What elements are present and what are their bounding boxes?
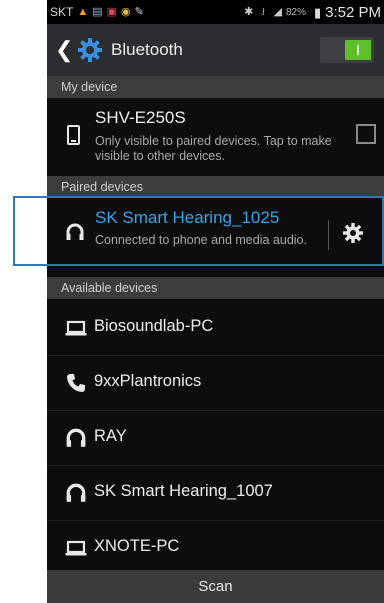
available-device-name: 9xxPlantronics <box>94 372 202 390</box>
signal-status-icon: ◢ <box>273 5 282 18</box>
bluetooth-settings-gear-icon <box>77 37 103 63</box>
paired-device-highlight-box <box>13 196 384 266</box>
toggle-knob <box>345 40 371 60</box>
clock: 3:52 PM <box>325 3 381 21</box>
section-available-devices: Available devices <box>47 277 384 299</box>
my-device-description: Only visible to paired devices. Tap to m… <box>95 134 332 163</box>
smartphone-icon <box>67 125 80 145</box>
wifi-status-icon: ≀ <box>261 5 266 18</box>
headphones-icon <box>66 483 86 502</box>
phone-screen: SKT ▲ ▤ ▣ ◉ ✎ ✱ ≀ ◢ 82% ▮ 3:52 PM ❮ Blue… <box>47 0 384 603</box>
carrier-label: SKT <box>50 5 74 19</box>
status-bar: SKT ▲ ▤ ▣ ◉ ✎ ✱ ≀ ◢ 82% ▮ 3:52 PM <box>47 0 384 24</box>
battery-percent: 82% <box>285 6 306 18</box>
page-title: Bluetooth <box>111 40 183 59</box>
back-arrow-icon[interactable]: ❮ <box>55 37 73 63</box>
available-device-row[interactable]: RAY <box>47 411 384 465</box>
available-device-name: XNOTE-PC <box>94 537 180 555</box>
scan-button[interactable]: Scan <box>47 570 384 603</box>
alarm-notification-icon: ◉ <box>121 5 131 18</box>
available-device-row[interactable]: XNOTE-PC <box>47 521 384 575</box>
section-paired-devices: Paired devices <box>47 176 384 198</box>
calendar-notification-icon: ▣ <box>106 5 118 18</box>
message-notification-icon: ▤ <box>92 5 103 18</box>
visibility-checkbox[interactable] <box>356 124 376 144</box>
battery-icon: ▮ <box>313 4 322 20</box>
available-device-name: RAY <box>94 427 127 445</box>
available-device-name: SK Smart Hearing_1007 <box>94 482 273 500</box>
available-device-row[interactable]: SK Smart Hearing_1007 <box>47 466 384 520</box>
pen-notification-icon: ✎ <box>134 5 144 18</box>
headphones-icon <box>66 428 86 447</box>
available-device-row[interactable]: 9xxPlantronics <box>47 356 384 410</box>
available-device-row[interactable]: Biosoundlab-PC <box>47 301 384 355</box>
phone-handset-icon <box>67 374 85 392</box>
action-bar: ❮ Bluetooth <box>47 24 384 76</box>
section-my-device: My device <box>47 76 384 98</box>
home-notification-icon: ▲ <box>77 5 89 18</box>
my-device-row[interactable]: SHV-E250S Only visible to paired devices… <box>47 98 384 176</box>
laptop-icon <box>65 540 87 556</box>
my-device-name: SHV-E250S <box>95 108 186 127</box>
available-device-name: Biosoundlab-PC <box>94 317 214 335</box>
bluetooth-toggle[interactable] <box>320 37 374 63</box>
bluetooth-status-icon: ✱ <box>244 5 254 18</box>
laptop-icon <box>65 320 87 336</box>
